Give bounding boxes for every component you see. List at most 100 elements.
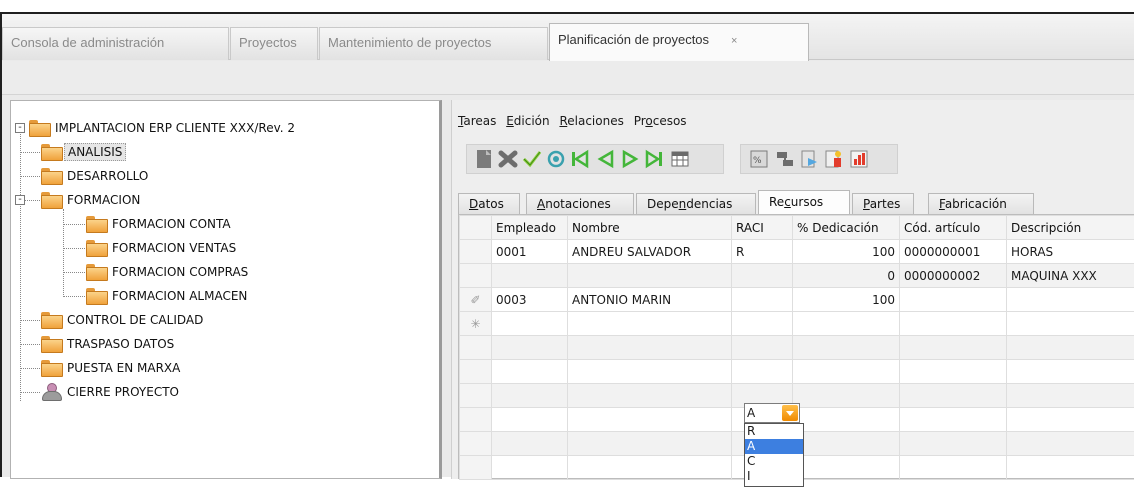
cell-raci[interactable] xyxy=(732,288,793,312)
cell-dedicacion[interactable]: 100 xyxy=(793,288,900,312)
chevron-down-icon[interactable] xyxy=(782,405,798,421)
export-icon[interactable] xyxy=(799,149,819,169)
tree-node-label: FORMACION xyxy=(64,192,143,208)
refresh-icon[interactable] xyxy=(546,149,566,169)
raci-option-c[interactable]: C xyxy=(745,454,803,469)
close-icon[interactable]: × xyxy=(731,35,737,47)
cell-empty[interactable] xyxy=(732,312,793,336)
menu-relaciones[interactable]: Relaciones xyxy=(559,114,623,128)
raci-option-a[interactable]: A xyxy=(745,439,803,454)
cell-empty[interactable] xyxy=(900,312,1007,336)
tree-node-label: FORMACION COMPRAS xyxy=(109,264,251,280)
tree-item-formacion-compras[interactable]: FORMACION COMPRAS xyxy=(86,261,251,283)
detail-panel: Tareas Edición Relaciones Procesos xyxy=(451,100,1134,479)
tree-item-formacion-almacen[interactable]: FORMACION ALMACEN xyxy=(86,285,250,307)
table-row-new[interactable]: ✳ xyxy=(460,312,1134,336)
first-icon[interactable] xyxy=(570,149,590,169)
tab-partes[interactable]: Partes xyxy=(852,193,914,215)
milestone-icon xyxy=(41,383,61,399)
folder-icon xyxy=(86,240,106,255)
collapse-icon[interactable]: - xyxy=(15,123,25,133)
cell-cod-articulo[interactable] xyxy=(900,288,1007,312)
folder-icon xyxy=(86,216,106,231)
column-header-dedicacion[interactable]: % Dedicación xyxy=(793,216,900,240)
chart-icon[interactable] xyxy=(849,149,869,169)
cell-dedicacion[interactable]: 0 xyxy=(793,264,900,288)
tree-node-label: IMPLANTACION ERP CLIENTE XXX/Rev. 2 xyxy=(52,120,298,136)
raci-select-value: A xyxy=(747,406,755,420)
tree-root[interactable]: IMPLANTACION ERP CLIENTE XXX/Rev. 2 xyxy=(29,117,298,139)
last-icon[interactable] xyxy=(644,149,664,169)
tree-item-analisis[interactable]: ANALISIS xyxy=(41,141,126,163)
table-row[interactable]: 0 0000000002 MAQUINA XXX xyxy=(460,264,1134,288)
resources-grid: Empleado Nombre RACI % Dedicación Cód. a… xyxy=(458,214,1134,479)
detail-tabs: Datos Anotaciones Dependencias Recursos … xyxy=(452,190,1134,214)
tree-item-desarrollo[interactable]: DESARROLLO xyxy=(41,165,151,187)
row-header[interactable] xyxy=(460,264,492,288)
grid-icon[interactable] xyxy=(670,149,690,169)
raci-select[interactable]: A xyxy=(744,403,800,423)
tree-item-cierre-proyecto[interactable]: CIERRE PROYECTO xyxy=(41,381,182,403)
cell-empty[interactable] xyxy=(568,312,732,336)
cell-empleado[interactable]: 0001 xyxy=(492,240,568,264)
tab-recursos[interactable]: Recursos xyxy=(758,190,850,216)
tab-label: Mantenimiento de proyectos xyxy=(328,35,491,50)
cell-raci[interactable]: R xyxy=(732,240,793,264)
report-icon[interactable] xyxy=(823,149,843,169)
tree-item-formacion-conta[interactable]: FORMACION CONTA xyxy=(86,213,234,235)
new-icon[interactable] xyxy=(474,149,494,169)
tab-anotaciones[interactable]: Anotaciones xyxy=(526,193,634,215)
tree-item-formacion-ventas[interactable]: FORMACION VENTAS xyxy=(86,237,239,259)
menu-procesos[interactable]: Procesos xyxy=(634,114,687,128)
cell-nombre[interactable]: ANDREU SALVADOR xyxy=(568,240,732,264)
cell-raci[interactable] xyxy=(732,264,793,288)
table-row-editing[interactable]: ✐ 0003 ANTONIO MARIN 100 xyxy=(460,288,1134,312)
table-row[interactable]: 0001 ANDREU SALVADOR R 100 0000000001 HO… xyxy=(460,240,1134,264)
cell-cod-articulo[interactable]: 0000000002 xyxy=(900,264,1007,288)
cell-empty[interactable] xyxy=(492,312,568,336)
cell-descripcion[interactable]: HORAS xyxy=(1007,240,1134,264)
next-icon[interactable] xyxy=(620,149,640,169)
tree-item-formacion[interactable]: FORMACION xyxy=(41,189,143,211)
tree-item-control-calidad[interactable]: CONTROL DE CALIDAD xyxy=(41,309,206,331)
folder-icon xyxy=(86,288,106,303)
cell-empleado[interactable]: 0003 xyxy=(492,288,568,312)
tab-proyectos[interactable]: Proyectos xyxy=(230,27,318,60)
cell-empty[interactable] xyxy=(793,312,900,336)
column-header-empleado[interactable]: Empleado xyxy=(492,216,568,240)
column-header-nombre[interactable]: Nombre xyxy=(568,216,732,240)
tab-mantenimiento-proyectos[interactable]: Mantenimiento de proyectos xyxy=(319,27,548,60)
tree-item-traspaso-datos[interactable]: TRASPASO DATOS xyxy=(41,333,177,355)
accept-icon[interactable] xyxy=(522,149,542,169)
menu-tareas[interactable]: Tareas xyxy=(458,114,496,128)
link-icon[interactable] xyxy=(775,149,795,169)
column-header-raci[interactable]: RACI xyxy=(732,216,793,240)
cell-dedicacion[interactable]: 100 xyxy=(793,240,900,264)
cell-nombre[interactable] xyxy=(568,264,732,288)
cell-empleado[interactable] xyxy=(492,264,568,288)
calc-icon[interactable]: % xyxy=(749,149,769,169)
folder-icon xyxy=(41,144,61,159)
column-header-descripcion[interactable]: Descripción xyxy=(1007,216,1134,240)
cell-descripcion[interactable] xyxy=(1007,288,1134,312)
delete-icon[interactable] xyxy=(498,149,518,169)
tab-datos[interactable]: Datos xyxy=(458,193,520,215)
cell-empty[interactable] xyxy=(1007,312,1134,336)
new-row-asterisk-icon: ✳ xyxy=(460,312,492,336)
folder-icon xyxy=(41,168,61,183)
collapse-icon[interactable]: - xyxy=(15,195,25,205)
menu-edicion[interactable]: Edición xyxy=(506,114,549,128)
cell-descripcion[interactable]: MAQUINA XXX xyxy=(1007,264,1134,288)
application-window: Consola de administración Proyectos Mant… xyxy=(0,12,1134,477)
cell-cod-articulo[interactable]: 0000000001 xyxy=(900,240,1007,264)
tab-planificacion-proyectos[interactable]: Planificación de proyectos× xyxy=(549,23,809,61)
tree-item-puesta-marxa[interactable]: PUESTA EN MARXA xyxy=(41,357,183,379)
column-header-cod-articulo[interactable]: Cód. artículo xyxy=(900,216,1007,240)
raci-option-r[interactable]: R xyxy=(745,424,803,439)
previous-icon[interactable] xyxy=(596,149,616,169)
tab-dependencias[interactable]: Dependencias xyxy=(636,193,756,215)
cell-nombre[interactable]: ANTONIO MARIN xyxy=(568,288,732,312)
tab-consola-administracion[interactable]: Consola de administración xyxy=(2,27,229,60)
row-header[interactable] xyxy=(460,240,492,264)
tab-fabricacion[interactable]: Fabricación xyxy=(928,193,1034,215)
